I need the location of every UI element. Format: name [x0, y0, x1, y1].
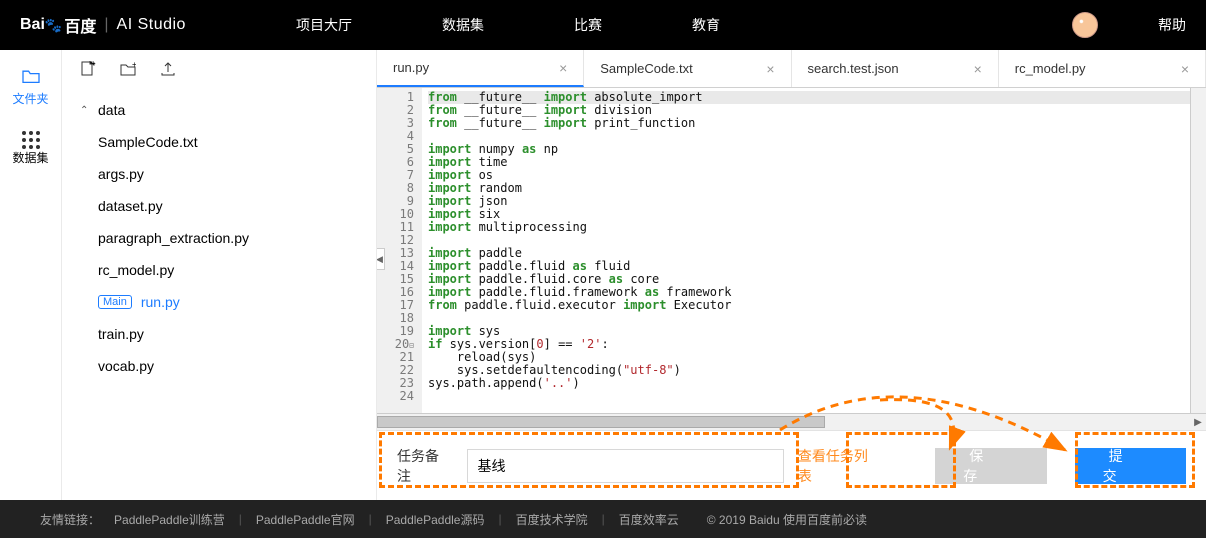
- nav-competition[interactable]: 比赛: [574, 15, 602, 35]
- svg-text:+: +: [91, 61, 96, 68]
- file-item[interactable]: paragraph_extraction.py: [80, 222, 376, 254]
- task-note-label: 任务备注: [397, 446, 453, 486]
- footer-link[interactable]: PaddlePaddle官网: [256, 511, 355, 528]
- editor-area: run.py× SampleCode.txt× search.test.json…: [377, 50, 1206, 500]
- editor-tabs: run.py× SampleCode.txt× search.test.json…: [377, 50, 1206, 88]
- logo[interactable]: Bai 🐾 百度 | AI Studio: [20, 13, 186, 37]
- scroll-right-icon[interactable]: ▶: [1190, 414, 1206, 430]
- view-task-list-link[interactable]: 查看任务列表: [798, 446, 881, 486]
- file-tree: ⌃ data SampleCode.txt args.py dataset.py…: [62, 88, 376, 388]
- rail-files[interactable]: 文件夹: [0, 68, 61, 107]
- footer-link[interactable]: PaddlePaddle训练营: [114, 511, 225, 528]
- top-header: Bai 🐾 百度 | AI Studio 项目大厅 数据集 比赛 教育 帮助: [0, 0, 1206, 50]
- file-sidebar: + + ⌃ data SampleCode.txt args.py datase…: [62, 50, 377, 500]
- file-item[interactable]: vocab.py: [80, 350, 376, 382]
- footer-prefix: 友情链接：: [40, 511, 100, 528]
- close-icon[interactable]: ×: [1181, 61, 1189, 77]
- left-rail: 文件夹 数据集: [0, 50, 62, 500]
- main-nav: 项目大厅 数据集 比赛 教育: [296, 15, 720, 35]
- file-item-main[interactable]: Main run.py: [80, 286, 376, 318]
- collapse-gutter-icon[interactable]: ◀: [377, 248, 385, 270]
- file-item[interactable]: train.py: [80, 318, 376, 350]
- new-file-icon[interactable]: +: [80, 61, 96, 77]
- close-icon[interactable]: ×: [974, 61, 982, 77]
- task-note-input[interactable]: [467, 449, 784, 483]
- svg-text:+: +: [132, 61, 136, 69]
- logo-text-baidu: 百度: [64, 13, 96, 37]
- horizontal-scrollbar[interactable]: ◀ ▶: [377, 413, 1206, 430]
- file-item[interactable]: SampleCode.txt: [80, 126, 376, 158]
- tab-rcmodel[interactable]: rc_model.py×: [999, 50, 1206, 87]
- file-item[interactable]: dataset.py: [80, 190, 376, 222]
- code-content[interactable]: from __future__ import absolute_importfr…: [422, 88, 1190, 413]
- code-editor[interactable]: ◀ 1234567891011121314151617181920⊟212223…: [377, 88, 1206, 413]
- nav-education[interactable]: 教育: [692, 15, 720, 35]
- logo-text-studio: AI Studio: [117, 16, 186, 34]
- submit-button[interactable]: 提 交: [1075, 448, 1186, 484]
- folder-icon: [21, 68, 41, 84]
- scroll-thumb[interactable]: [377, 416, 825, 428]
- nav-project-hall[interactable]: 项目大厅: [296, 15, 352, 35]
- vertical-scrollbar[interactable]: [1190, 88, 1206, 413]
- close-icon[interactable]: ×: [559, 60, 567, 76]
- dataset-icon: [22, 131, 40, 149]
- paw-icon: 🐾: [45, 17, 62, 34]
- help-link[interactable]: 帮助: [1158, 15, 1186, 35]
- rail-datasets[interactable]: 数据集: [0, 131, 61, 166]
- footer-copyright: © 2019 Baidu 使用百度前必读: [707, 511, 867, 528]
- tab-samplecode[interactable]: SampleCode.txt×: [584, 50, 791, 87]
- logo-text-bai: Bai: [20, 16, 45, 34]
- footer-link[interactable]: PaddlePaddle源码: [386, 511, 485, 528]
- file-item[interactable]: args.py: [80, 158, 376, 190]
- new-folder-icon[interactable]: +: [120, 61, 136, 77]
- file-toolbar: + +: [62, 50, 376, 88]
- footer: 友情链接： PaddlePaddle训练营| PaddlePaddle官网| P…: [0, 500, 1206, 538]
- upload-icon[interactable]: [160, 61, 176, 77]
- chevron-icon: ⌃: [80, 105, 90, 116]
- save-button[interactable]: 保 存: [935, 448, 1046, 484]
- close-icon[interactable]: ×: [766, 61, 774, 77]
- avatar[interactable]: [1072, 12, 1098, 38]
- tab-search-json[interactable]: search.test.json×: [792, 50, 999, 87]
- tab-run-py[interactable]: run.py×: [377, 50, 584, 87]
- main-badge: Main: [98, 295, 132, 309]
- logo-separator: |: [104, 16, 108, 34]
- folder-data[interactable]: ⌃ data: [62, 94, 376, 126]
- nav-datasets[interactable]: 数据集: [442, 15, 484, 35]
- footer-link[interactable]: 百度效率云: [619, 511, 679, 528]
- file-item[interactable]: rc_model.py: [80, 254, 376, 286]
- footer-link[interactable]: 百度技术学院: [516, 511, 588, 528]
- task-bar: 任务备注 查看任务列表 保 存 提 交: [377, 430, 1206, 500]
